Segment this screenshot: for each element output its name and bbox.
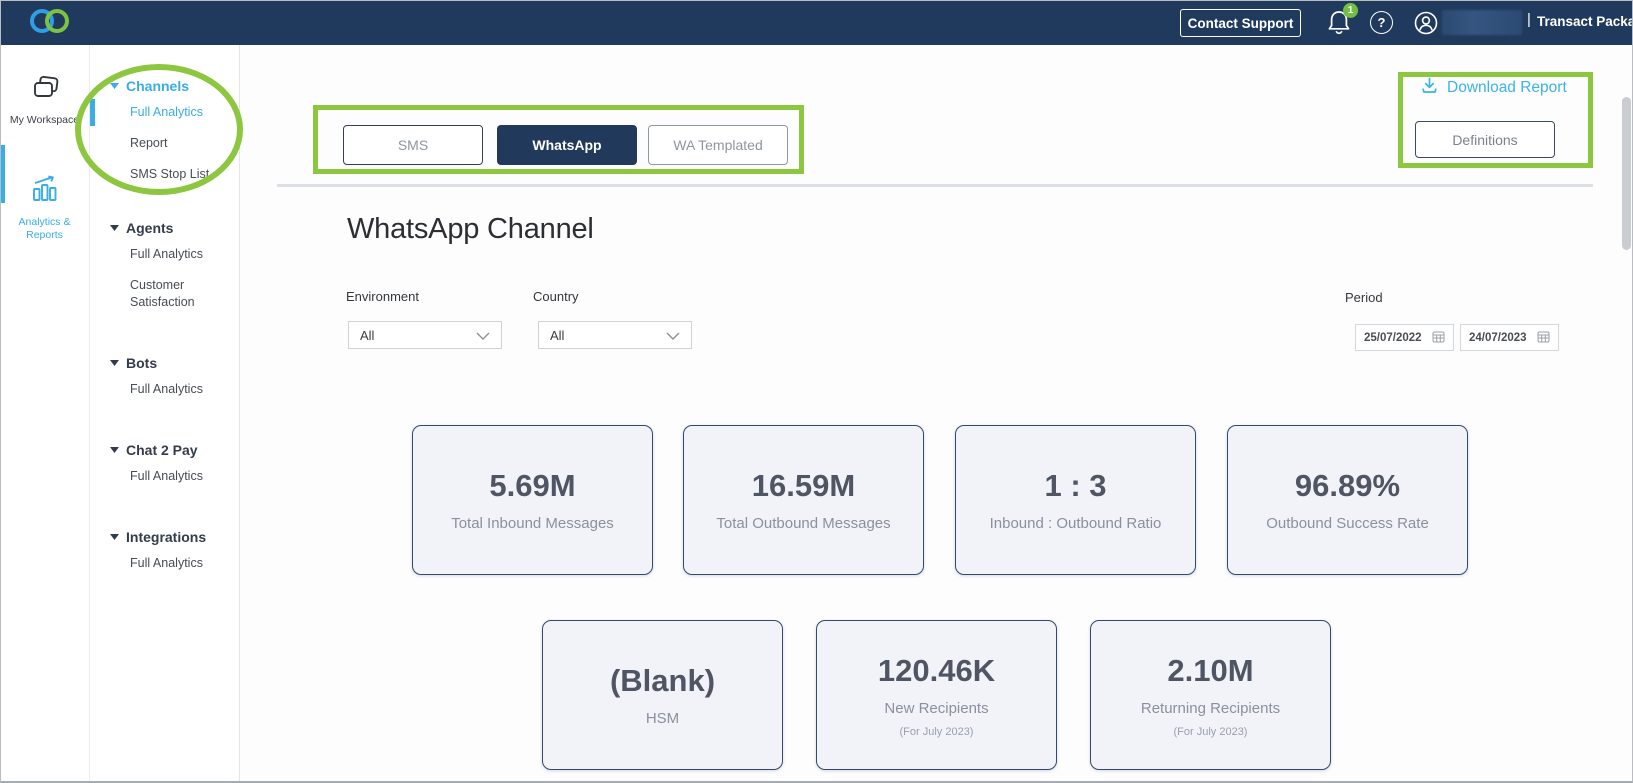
logo-ring-green-icon: [45, 9, 69, 33]
brand-logo[interactable]: [30, 9, 69, 33]
menu-header-chat2pay[interactable]: Chat 2 Pay: [90, 439, 239, 461]
workspace-documents-icon: [28, 75, 62, 108]
metric-card-new-recipients: 120.46K New Recipients (For July 2023): [816, 620, 1057, 770]
menu-section-agents: Agents Full Analytics Customer Satisfact…: [90, 217, 239, 318]
calendar-icon: [1537, 330, 1550, 346]
rail-item-analytics-reports[interactable]: Analytics & Reports: [0, 173, 89, 242]
menu-item-channels-full-analytics[interactable]: Full Analytics: [90, 97, 239, 128]
metric-card-total-inbound: 5.69M Total Inbound Messages: [412, 425, 653, 575]
side-menu: Channels Full Analytics Report SMS Stop …: [90, 45, 240, 783]
country-label: Country: [533, 289, 579, 304]
menu-header-agents[interactable]: Agents: [90, 217, 239, 239]
menu-item-bots-full-analytics[interactable]: Full Analytics: [90, 374, 239, 405]
profile-avatar-icon[interactable]: [1413, 10, 1439, 36]
metric-card-returning-recipients: 2.10M Returning Recipients (For July 202…: [1090, 620, 1331, 770]
menu-header-integrations[interactable]: Integrations: [90, 526, 239, 548]
menu-section-chat2pay: Chat 2 Pay Full Analytics: [90, 439, 239, 492]
menu-section-integrations: Integrations Full Analytics: [90, 526, 239, 579]
rail-label-analytics-line2: Reports: [26, 229, 63, 242]
rail-active-indicator: [0, 145, 5, 203]
definitions-button[interactable]: Definitions: [1415, 121, 1555, 158]
triangle-down-icon: [110, 225, 119, 231]
menu-item-channels-sms-stop-list[interactable]: SMS Stop List: [90, 159, 239, 190]
menu-item-integrations-full-analytics[interactable]: Full Analytics: [90, 548, 239, 579]
tab-whatsapp[interactable]: WhatsApp: [497, 125, 637, 165]
user-name-blurred: [1442, 10, 1522, 35]
rail-item-my-workspace[interactable]: My Workspace: [0, 75, 89, 127]
chevron-down-icon: [666, 328, 680, 343]
icon-rail: My Workspace Analytics & Reports: [0, 45, 90, 783]
rail-label-analytics-line1: Analytics &: [19, 216, 71, 229]
download-report-link[interactable]: Download Report: [1420, 76, 1567, 100]
period-label: Period: [1345, 290, 1383, 305]
menu-item-channels-report[interactable]: Report: [90, 128, 239, 159]
menu-item-agents-full-analytics[interactable]: Full Analytics: [90, 239, 239, 270]
tab-wa-templated[interactable]: WA Templated: [648, 125, 788, 165]
triangle-down-icon: [110, 360, 119, 366]
triangle-down-icon: [110, 447, 119, 453]
chevron-down-icon: [476, 328, 490, 343]
environment-select[interactable]: All: [348, 321, 502, 349]
menu-section-bots: Bots Full Analytics: [90, 352, 239, 405]
metric-card-hsm: (Blank) HSM: [542, 620, 783, 770]
menu-header-bots[interactable]: Bots: [90, 352, 239, 374]
page-title: WhatsApp Channel: [347, 213, 594, 246]
notification-count-badge: 1: [1343, 3, 1358, 18]
package-label: Transact Package: [1537, 14, 1633, 29]
nav-divider: |: [1527, 11, 1531, 28]
country-select[interactable]: All: [538, 321, 692, 349]
rail-label-workspace: My Workspace: [10, 114, 79, 127]
calendar-icon: [1432, 330, 1445, 346]
menu-item-agents-customer-satisfaction[interactable]: Customer Satisfaction: [90, 270, 239, 318]
help-icon[interactable]: ?: [1370, 11, 1393, 34]
triangle-down-icon: [110, 83, 119, 89]
menu-item-chat2pay-full-analytics[interactable]: Full Analytics: [90, 461, 239, 492]
download-icon: [1420, 76, 1439, 100]
contact-support-button[interactable]: Contact Support: [1180, 9, 1301, 37]
menu-header-channels[interactable]: Channels: [90, 75, 239, 97]
period-end-date-input[interactable]: 24/07/2023: [1460, 324, 1559, 351]
analytics-bar-chart-icon: [29, 173, 61, 210]
vertical-scrollbar-thumb[interactable]: [1622, 97, 1631, 250]
metric-card-total-outbound: 16.59M Total Outbound Messages: [683, 425, 924, 575]
environment-label: Environment: [346, 289, 419, 304]
triangle-down-icon: [110, 534, 119, 540]
metric-card-inbound-outbound-ratio: 1 : 3 Inbound : Outbound Ratio: [955, 425, 1196, 575]
menu-section-channels: Channels Full Analytics Report SMS Stop …: [90, 75, 239, 190]
header-separator: [277, 184, 1593, 187]
top-navbar: Contact Support 1 ? | Transact Package: [0, 0, 1633, 45]
tab-sms[interactable]: SMS: [343, 125, 483, 165]
metric-card-outbound-success-rate: 96.89% Outbound Success Rate: [1227, 425, 1468, 575]
period-start-date-input[interactable]: 25/07/2022: [1355, 324, 1454, 351]
